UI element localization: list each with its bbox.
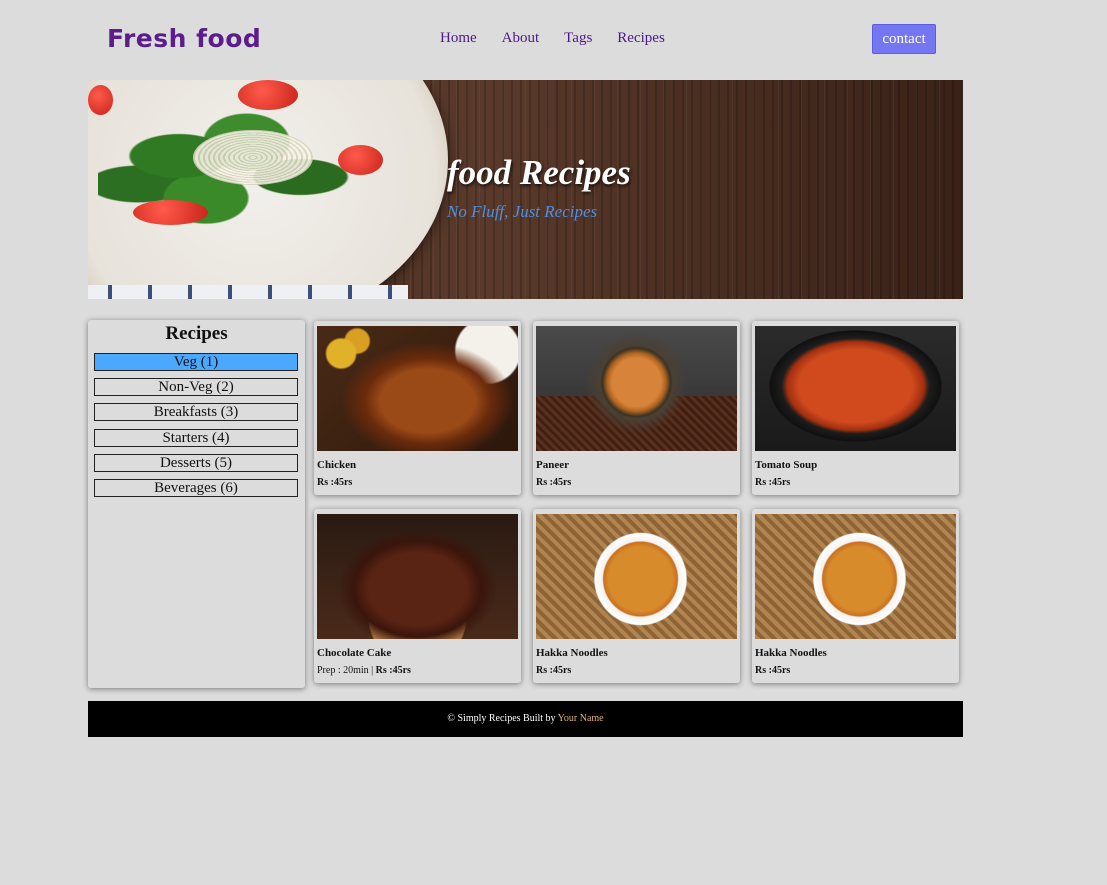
recipe-meta: Rs :45rs xyxy=(536,477,571,488)
tomato-image xyxy=(133,200,208,225)
site-logo[interactable]: Fresh food xyxy=(107,24,261,53)
main-nav: Home About Tags Recipes xyxy=(440,30,690,47)
hakka-noodles-image[interactable] xyxy=(536,514,737,639)
recipe-prep-time: Prep : 20min | xyxy=(317,665,374,676)
category-breakfasts[interactable]: Breakfasts (3) xyxy=(94,403,298,422)
chocolate-cake-image[interactable] xyxy=(317,514,518,639)
category-beverages[interactable]: Beverages (6) xyxy=(94,478,298,497)
cheese-image xyxy=(193,130,313,185)
recipe-price: Rs :45rs xyxy=(375,665,411,676)
napkin-image xyxy=(88,285,408,299)
category-starters[interactable]: Starters (4) xyxy=(94,428,298,447)
recipe-price: Rs :45rs xyxy=(755,665,791,676)
recipe-name: Tomato Soup xyxy=(755,459,818,471)
recipe-meta: Rs :45rs xyxy=(536,665,571,676)
recipe-card[interactable]: Hakka Noodles Rs :45rs xyxy=(533,509,740,683)
recipe-price: Rs :45rs xyxy=(755,477,791,488)
recipe-meta: Rs :45rs xyxy=(755,477,790,488)
footer-author-link[interactable]: Your Name xyxy=(558,713,604,724)
site-footer: © Simply Recipes Built by Your Name xyxy=(88,701,963,737)
recipe-name: Hakka Noodles xyxy=(536,647,608,659)
recipe-card[interactable]: Tomato Soup Rs :45rs xyxy=(752,321,959,495)
recipe-price: Rs :45rs xyxy=(536,665,572,676)
category-list: Veg (1) Non-Veg (2) Breakfasts (3) Start… xyxy=(94,353,298,504)
recipe-card[interactable]: Chocolate Cake Prep : 20min | Rs :45rs xyxy=(314,509,521,683)
category-veg[interactable]: Veg (1) xyxy=(94,353,298,371)
tomato-soup-image[interactable] xyxy=(755,326,956,451)
hero-subtitle: No Fluff, Just Recipes xyxy=(447,202,598,221)
recipe-price: Rs :45rs xyxy=(317,477,353,488)
hero-title: food Recipes xyxy=(447,153,631,192)
recipe-name: Chocolate Cake xyxy=(317,647,392,659)
recipe-price: Rs :45rs xyxy=(536,477,572,488)
tomato-image xyxy=(338,145,383,175)
recipe-card[interactable]: Paneer Rs :45rs xyxy=(533,321,740,495)
paneer-curry-image[interactable] xyxy=(536,326,737,451)
recipe-name: Hakka Noodles xyxy=(755,647,827,659)
recipe-category-sidebar: Recipes Veg (1) Non-Veg (2) Breakfasts (… xyxy=(88,320,305,688)
nav-recipes-link[interactable]: Recipes xyxy=(617,30,664,47)
category-non-veg[interactable]: Non-Veg (2) xyxy=(94,378,298,397)
footer-text: © Simply Recipes Built by xyxy=(447,713,556,724)
recipe-name: Paneer xyxy=(536,459,569,471)
tomato-image xyxy=(88,85,113,115)
sidebar-title: Recipes xyxy=(165,323,228,344)
nav-about-link[interactable]: About xyxy=(502,30,540,47)
chicken-curry-image[interactable] xyxy=(317,326,518,451)
hakka-noodles-image[interactable] xyxy=(755,514,956,639)
recipe-meta: Rs :45rs xyxy=(755,665,790,676)
contact-button[interactable]: contact xyxy=(872,24,936,54)
category-desserts[interactable]: Desserts (5) xyxy=(94,453,298,472)
recipe-card[interactable]: Chicken Rs :45rs xyxy=(314,321,521,495)
recipe-card[interactable]: Hakka Noodles Rs :45rs xyxy=(752,509,959,683)
recipe-meta: Prep : 20min | Rs :45rs xyxy=(317,665,411,676)
recipe-name: Chicken xyxy=(317,459,357,471)
nav-tags-link[interactable]: Tags xyxy=(564,30,592,47)
tomato-image xyxy=(238,80,298,110)
recipe-meta: Rs :45rs xyxy=(317,477,352,488)
nav-home-link[interactable]: Home xyxy=(440,30,477,47)
